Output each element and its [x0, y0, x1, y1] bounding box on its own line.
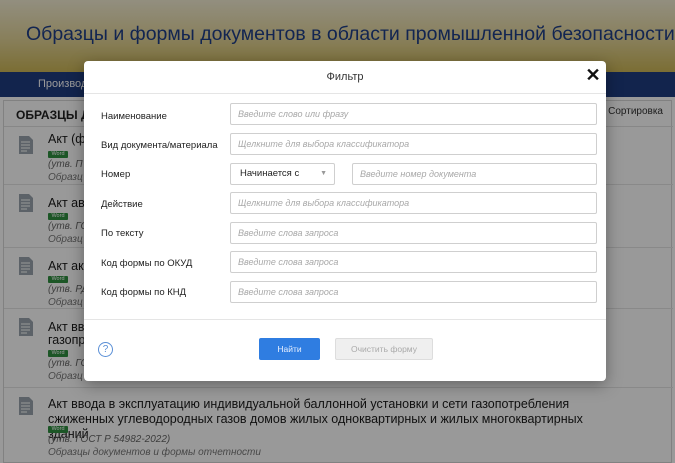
dialog-title: Фильтр [326, 71, 364, 83]
doctype-classifier-input[interactable]: Щелкните для выбора классификатора [230, 133, 597, 155]
number-match-value: Начинается с [240, 168, 300, 179]
action-label: Действие [101, 199, 143, 210]
number-label: Номер [101, 169, 131, 180]
close-icon[interactable]: ✕ [584, 64, 602, 86]
okud-label: Код формы по ОКУД [101, 258, 193, 269]
text-input[interactable]: Введите слова запроса [230, 222, 597, 244]
chevron-down-icon: ▼ [320, 170, 327, 177]
okud-input[interactable]: Введите слова запроса [230, 251, 597, 273]
action-classifier-input[interactable]: Щелкните для выбора классификатора [230, 192, 597, 214]
text-label: По тексту [101, 228, 144, 239]
knd-label: Код формы по КНД [101, 287, 187, 298]
name-label: Наименование [101, 111, 167, 122]
number-input[interactable]: Введите номер документа [352, 163, 597, 185]
filter-dialog: Фильтр ✕ Наименование Введите слово или … [84, 61, 606, 381]
find-button[interactable]: Найти [259, 338, 320, 360]
number-match-select[interactable]: Начинается с ▼ [230, 163, 335, 185]
dialog-header: Фильтр ✕ [84, 61, 606, 94]
knd-input[interactable]: Введите слова запроса [230, 281, 597, 303]
help-icon[interactable]: ? [98, 342, 113, 357]
doctype-label: Вид документа/материала [101, 140, 218, 151]
dialog-footer-divider [84, 319, 606, 320]
name-input[interactable]: Введите слово или фразу [230, 103, 597, 125]
clear-form-button[interactable]: Очистить форму [335, 338, 433, 360]
